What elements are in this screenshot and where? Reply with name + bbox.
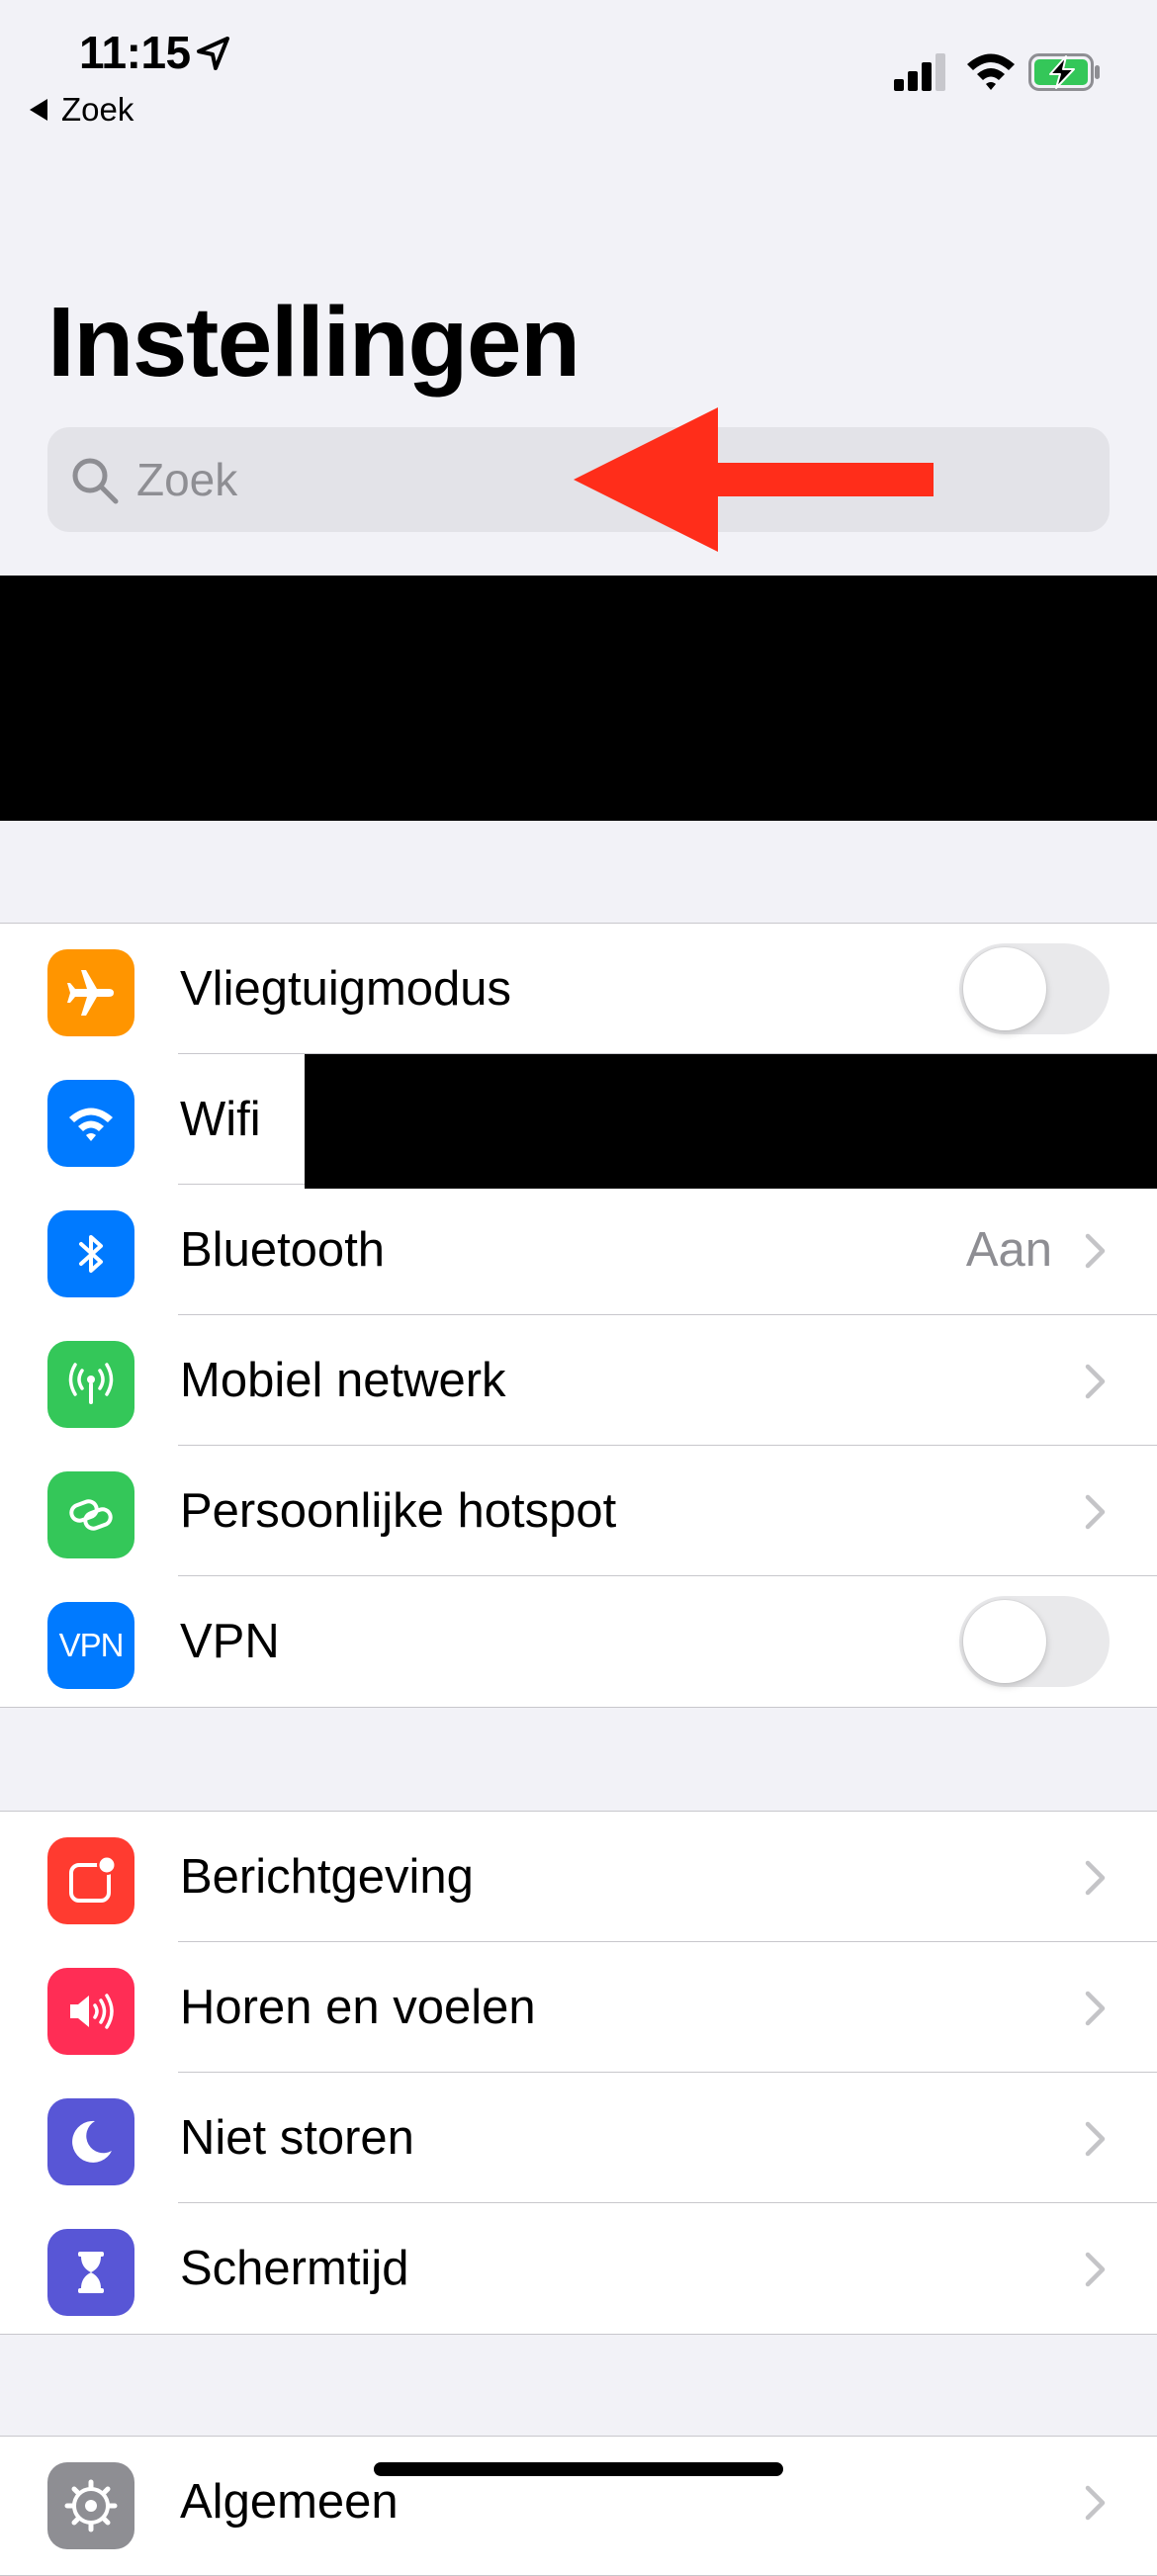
row-label: Algemeen: [180, 2475, 399, 2529]
vpn-icon-text: VPN: [58, 1627, 125, 1663]
settings-group-notifications: Berichtgeving Horen en voelen Niet store…: [0, 1811, 1157, 2335]
row-label: Horen en voelen: [180, 1981, 536, 2034]
toggle-knob: [963, 1600, 1046, 1683]
vpn-toggle[interactable]: [959, 1596, 1110, 1687]
row-label: Bluetooth: [180, 1223, 386, 1277]
chevron-right-icon: [1085, 1860, 1106, 1896]
row-do-not-disturb[interactable]: Niet storen: [0, 2073, 1157, 2203]
wifi-status-icon: [967, 53, 1015, 90]
airplane-mode-toggle[interactable]: [959, 943, 1110, 1034]
moon-icon: [47, 2098, 134, 2185]
location-arrow-icon: [197, 37, 229, 70]
battery-charging-icon: [1028, 53, 1100, 91]
gear-icon: [47, 2462, 134, 2549]
row-label: Wifi: [180, 1093, 261, 1146]
row-label: Berichtgeving: [180, 1850, 474, 1904]
speaker-icon: [47, 1968, 134, 2055]
row-sounds-haptics[interactable]: Horen en voelen: [0, 1942, 1157, 2073]
settings-group-general: Algemeen: [0, 2436, 1157, 2576]
row-label: Vliegtuigmodus: [180, 962, 512, 1016]
cellular-signal-icon: [894, 53, 945, 91]
row-label: Persoonlijke hotspot: [180, 1484, 617, 1538]
hourglass-icon: [47, 2229, 134, 2316]
status-bar: 11:15 Zoek: [0, 0, 1157, 138]
chevron-right-icon: [1085, 2252, 1106, 2287]
chevron-right-icon: [1085, 2485, 1106, 2521]
home-indicator[interactable]: [374, 2462, 783, 2476]
antenna-icon: [47, 1341, 134, 1428]
page-title: Instellingen: [47, 287, 580, 398]
redacted-wifi-network: [305, 1054, 1157, 1189]
row-bluetooth[interactable]: Bluetooth Aan: [0, 1185, 1157, 1315]
back-to-search-link[interactable]: Zoek: [30, 91, 134, 129]
row-label: Niet storen: [180, 2111, 414, 2165]
row-screen-time[interactable]: Schermtijd: [0, 2203, 1157, 2334]
row-notifications[interactable]: Berichtgeving: [0, 1812, 1157, 1942]
bluetooth-status-value: Aan: [965, 1223, 1052, 1277]
chevron-right-icon: [1085, 1494, 1106, 1530]
back-triangle-icon: [30, 99, 47, 121]
redacted-account-banner: [0, 576, 1157, 821]
row-personal-hotspot[interactable]: Persoonlijke hotspot: [0, 1446, 1157, 1576]
row-vpn[interactable]: VPN VPN: [0, 1576, 1157, 1707]
annotation-arrow-icon: [574, 407, 934, 552]
status-time: 11:15: [79, 27, 191, 78]
bluetooth-icon: [47, 1210, 134, 1297]
back-link-label: Zoek: [61, 91, 134, 128]
search-icon: [72, 458, 119, 504]
row-label: VPN: [180, 1615, 280, 1668]
row-airplane-mode[interactable]: Vliegtuigmodus: [0, 924, 1157, 1054]
airplane-icon: [47, 949, 134, 1036]
row-label: Mobiel netwerk: [180, 1354, 506, 1407]
notifications-icon: [47, 1837, 134, 1924]
row-general[interactable]: Algemeen: [0, 2437, 1157, 2567]
row-label: Schermtijd: [180, 2242, 409, 2295]
chevron-right-icon: [1085, 2121, 1106, 2157]
settings-group-connectivity: Vliegtuigmodus Wifi Bluetooth Aan Mobiel…: [0, 923, 1157, 1708]
chevron-right-icon: [1085, 1364, 1106, 1399]
hotspot-icon: [47, 1471, 134, 1558]
row-mobile-network[interactable]: Mobiel netwerk: [0, 1315, 1157, 1446]
toggle-knob: [963, 947, 1046, 1030]
vpn-icon: VPN: [47, 1602, 134, 1689]
chevron-right-icon: [1085, 1233, 1106, 1269]
wifi-icon: [47, 1080, 134, 1167]
chevron-right-icon: [1085, 1991, 1106, 2026]
